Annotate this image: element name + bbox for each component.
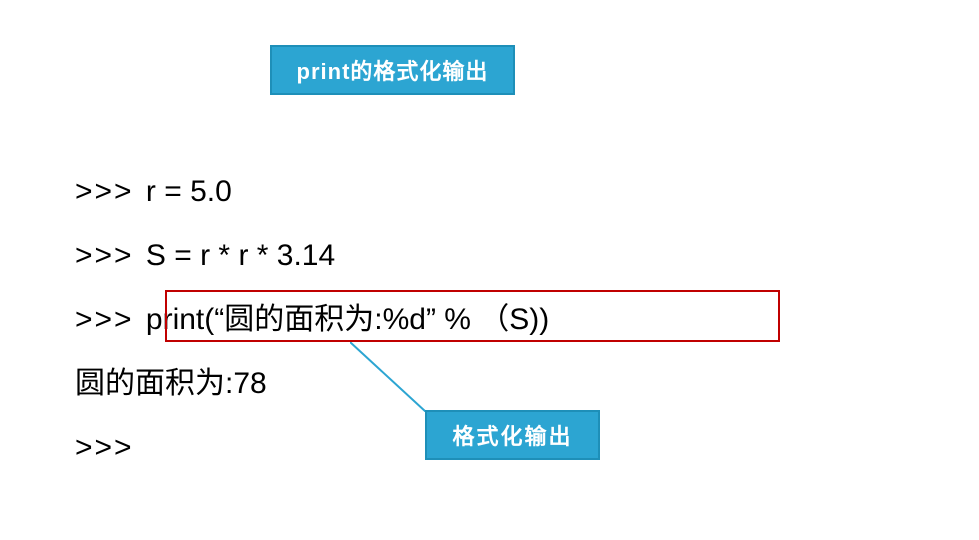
code-3: print(“圆的面积为:%d” % （S)) — [146, 303, 549, 336]
code-line-1: >>> r = 5.0 — [75, 160, 549, 224]
annotation-text: 格式化输出 — [452, 419, 572, 451]
annotation-box: 格式化输出 — [425, 410, 600, 460]
prompt-2: >>> — [75, 239, 134, 272]
code-1: r = 5.0 — [146, 175, 232, 208]
output-line: 圆的面积为:78 — [75, 352, 549, 416]
prompt-3: >>> — [75, 303, 134, 336]
prompt-5: >>> — [75, 431, 134, 464]
code-2: S = r * r * 3.14 — [146, 239, 335, 272]
title-box: print的格式化输出 — [270, 45, 515, 95]
prompt-1: >>> — [75, 175, 134, 208]
title-text: print的格式化输出 — [297, 54, 489, 86]
output-text: 圆的面积为:78 — [75, 367, 267, 400]
code-line-3: >>> print(“圆的面积为:%d” % （S)) — [75, 288, 549, 352]
code-line-2: >>> S = r * r * 3.14 — [75, 224, 549, 288]
